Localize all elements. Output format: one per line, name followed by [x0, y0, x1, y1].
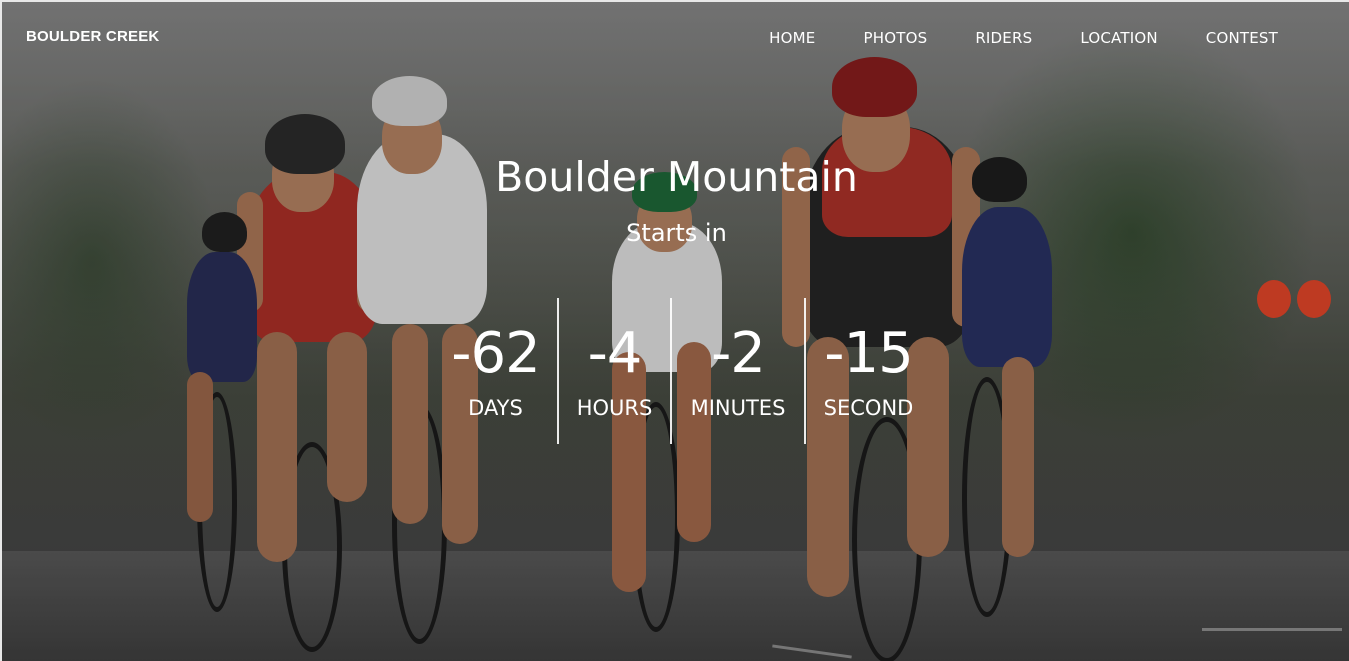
countdown-minutes: -2 MINUTES [670, 298, 804, 444]
countdown-days: -62 DAYS [434, 298, 557, 444]
main-nav: HOME PHOTOS RIDERS LOCATION CONTEST [721, 29, 1278, 47]
page-subtitle: Starts in [626, 219, 727, 247]
nav-item-contest[interactable]: CONTEST [1206, 29, 1278, 47]
countdown-seconds: -15 SECOND [804, 298, 931, 444]
countdown-hours-label: HOURS [576, 396, 653, 420]
nav-item-riders[interactable]: RIDERS [975, 29, 1032, 47]
nav-item-location[interactable]: LOCATION [1080, 29, 1157, 47]
countdown-seconds-label: SECOND [823, 396, 914, 420]
countdown-timer: -62 DAYS -4 HOURS -2 MINUTES -15 SECOND [434, 298, 931, 444]
nav-item-home[interactable]: HOME [769, 29, 815, 47]
page-title: Boulder Mountain [495, 153, 858, 201]
brand-logo-link[interactable]: BOULDER CREEK [26, 28, 159, 45]
nav-item-photos[interactable]: PHOTOS [863, 29, 927, 47]
countdown-hours-value: -4 [587, 321, 643, 386]
countdown-hours: -4 HOURS [557, 298, 670, 444]
countdown-seconds-value: -15 [824, 321, 913, 386]
countdown-minutes-value: -2 [711, 321, 766, 386]
page: BOULDER CREEK HOME PHOTOS RIDERS LOCATIO… [0, 0, 1349, 661]
countdown-days-label: DAYS [468, 396, 523, 420]
countdown-days-value: -62 [451, 321, 540, 386]
countdown-minutes-label: MINUTES [690, 396, 786, 420]
